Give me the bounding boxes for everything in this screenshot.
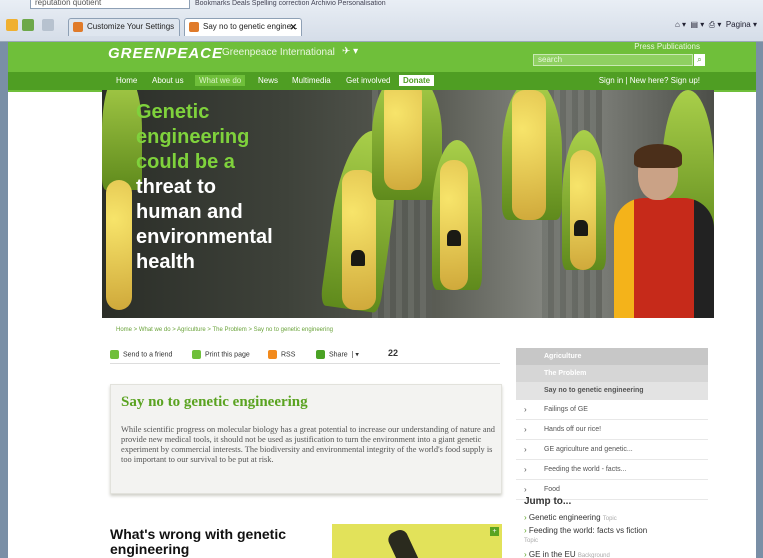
main-content: Home > What we do > Agriculture > The Pr… <box>102 318 512 558</box>
signup-link[interactable]: New here? Sign up! <box>630 76 700 85</box>
section-heading: What's wrong with genetic engineering <box>110 526 286 557</box>
favorites-bar[interactable]: Bookmarks Deals Spelling correction Arch… <box>195 0 763 10</box>
corn-cob <box>570 150 596 270</box>
nav-news[interactable]: News <box>254 75 282 86</box>
web-page: GREENPEACE Greenpeace International ✈ ▾ … <box>8 42 756 558</box>
close-tab-icon[interactable]: ✕ <box>289 19 297 35</box>
command-bar[interactable]: ⌂ ▾ ▤ ▾ ⎙ ▾ Pagina ▾ <box>675 20 757 30</box>
nav-home[interactable]: Home <box>112 75 141 86</box>
greenpeace-logo[interactable]: GREENPEACE <box>108 45 223 62</box>
corn-face <box>574 220 588 236</box>
printer-icon <box>192 350 201 359</box>
site-name[interactable]: Greenpeace International <box>222 47 335 58</box>
expand-icon[interactable]: + <box>490 527 499 536</box>
corn-cob <box>106 180 132 310</box>
nav-what-we-do[interactable]: What we do <box>195 75 246 86</box>
share-bar: Send to a friend Print this page RSS Sha… <box>110 348 500 364</box>
tab-say-no[interactable]: Say no to genetic engine... ✕ <box>184 18 302 36</box>
article-title: Say no to genetic engineering <box>121 394 308 410</box>
breadcrumb[interactable]: Home > What we do > Agriculture > The Pr… <box>116 327 333 333</box>
article-intro: Say no to genetic engineering While scie… <box>110 384 502 494</box>
page-favicon-icon <box>189 22 199 32</box>
nav-about[interactable]: About us <box>148 75 188 86</box>
sidebar-the-problem[interactable]: The Problem <box>516 365 708 382</box>
sidebar-agriculture[interactable]: Agriculture <box>516 348 708 365</box>
search-icon[interactable]: ⌕ <box>694 54 705 66</box>
print-button[interactable]: Print this page <box>192 350 250 359</box>
thumbnail-figure <box>385 527 419 558</box>
woman-photo <box>614 144 714 318</box>
nav-multimedia[interactable]: Multimedia <box>288 75 335 86</box>
rss-button[interactable]: RSS <box>268 350 295 359</box>
globe-icon[interactable]: ✈ ▾ <box>342 46 358 57</box>
chevron-right-icon: › <box>524 405 527 414</box>
corn-cob <box>512 90 546 220</box>
site-header: GREENPEACE Greenpeace International ✈ ▾ … <box>8 42 756 92</box>
signin-link[interactable]: Sign in <box>599 76 623 85</box>
hero-banner: Genetic engineering could be a threat to… <box>102 90 714 318</box>
page-favicon-icon <box>73 22 83 32</box>
sidebar-item-failings[interactable]: › Failings of GE <box>516 400 708 420</box>
sidebar-item-rice[interactable]: › Hands off our rice! <box>516 420 708 440</box>
share-count: 22 <box>388 348 399 358</box>
rss-icon <box>268 350 277 359</box>
address-bar[interactable]: reputation quotient <box>30 0 190 9</box>
plus-icon <box>316 350 325 359</box>
chevron-right-icon: › <box>524 465 527 474</box>
nav-donate[interactable]: Donate <box>399 75 435 86</box>
signin-links: Sign in | New here? Sign up! <box>598 76 700 85</box>
share-button[interactable]: Share | ▾ <box>316 350 359 359</box>
jump-to-heading: Jump to... <box>524 496 572 507</box>
sidebar: Agriculture The Problem Say no to geneti… <box>516 318 708 558</box>
send-to-friend-button[interactable]: Send to a friend <box>110 350 172 359</box>
jacket <box>614 198 714 318</box>
video-thumbnail[interactable]: + <box>332 524 502 558</box>
nav-get-involved[interactable]: Get involved <box>342 75 394 86</box>
chevron-right-icon: › <box>524 425 527 434</box>
envelope-icon <box>110 350 119 359</box>
hair <box>634 144 682 168</box>
corn-face <box>447 230 461 246</box>
press-publications-links[interactable]: Press Publications <box>634 42 700 51</box>
sidebar-item-ge-agriculture[interactable]: › GE agriculture and genetic... <box>516 440 708 460</box>
corn-face <box>351 250 365 266</box>
hero-headline: Genetic engineering could be a threat to… <box>136 101 273 273</box>
sidebar-say-no[interactable]: Say no to genetic engineering <box>516 382 708 400</box>
chevron-right-icon: › <box>524 445 527 454</box>
corn-cob <box>440 160 468 290</box>
jump-link-genetic-engineering[interactable]: › Genetic engineering Topic <box>524 513 617 522</box>
browser-chrome: reputation quotient Bookmarks Deals Spel… <box>0 0 763 42</box>
tab-strip: Customize Your Settings Say no to geneti… <box>0 16 763 38</box>
search-input[interactable]: search <box>533 54 693 66</box>
jump-link-ge-eu[interactable]: › GE in the EU Background <box>524 550 610 558</box>
tab-customize-settings[interactable]: Customize Your Settings <box>68 18 180 36</box>
jump-link-feeding-world[interactable]: › Feeding the world: facts vs fiction Top… <box>524 526 647 544</box>
corn-cob <box>384 90 422 190</box>
article-body: While scientific progress on molecular b… <box>121 425 495 464</box>
sidebar-item-feeding[interactable]: › Feeding the world - facts... <box>516 460 708 480</box>
corn-cob <box>342 170 376 310</box>
